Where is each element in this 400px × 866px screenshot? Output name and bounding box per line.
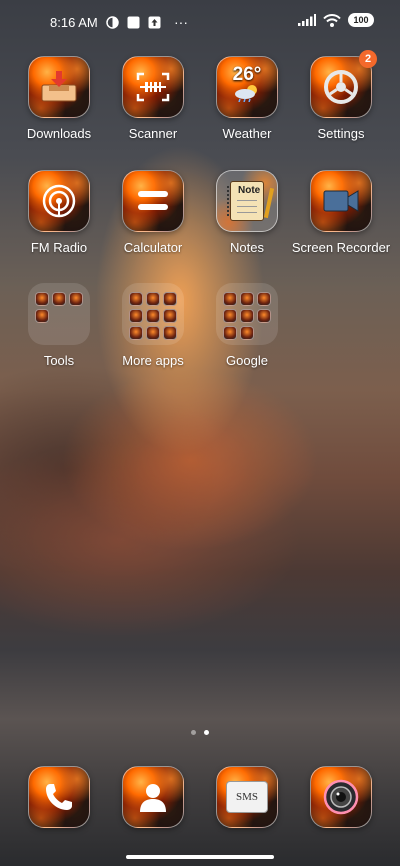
sms-icon: SMS <box>216 766 278 828</box>
app-settings[interactable]: 2 Settings <box>296 50 386 141</box>
folder-label: Google <box>226 353 268 368</box>
note-text: Note <box>238 185 261 196</box>
radio-icon <box>28 170 90 232</box>
contact-icon <box>122 766 184 828</box>
signal-icon <box>298 13 316 27</box>
mini-app-icon <box>163 309 177 323</box>
mini-app-icon <box>223 292 237 306</box>
dock-contacts[interactable] <box>108 766 198 828</box>
weather-icon: 26° <box>216 56 278 118</box>
status-bar: 8:16 AM ··· 100 <box>0 0 400 44</box>
more-notifications-icon: ··· <box>174 14 188 30</box>
folder-icon <box>122 283 184 345</box>
app-calculator[interactable]: Calculator <box>108 170 198 255</box>
folder-tools[interactable]: Tools <box>14 283 104 368</box>
download-tray-icon <box>28 56 90 118</box>
mini-app-icon <box>146 309 160 323</box>
mini-app-icon <box>257 292 271 306</box>
folder-google[interactable]: Google <box>202 283 292 368</box>
mini-app-icon <box>35 309 49 323</box>
wifi-icon <box>323 13 341 27</box>
mini-app-icon <box>129 309 143 323</box>
folder-label: Tools <box>43 353 75 368</box>
mini-app-icon <box>163 292 177 306</box>
camera-lens-icon <box>310 766 372 828</box>
mini-app-icon <box>240 309 254 323</box>
app-scanner[interactable]: Scanner <box>108 56 198 141</box>
battery-indicator: 100 <box>348 13 374 27</box>
app-label: Weather <box>222 126 272 141</box>
mini-app-icon <box>52 292 66 306</box>
mini-app-icon <box>240 326 254 340</box>
mini-app-icon <box>146 326 160 340</box>
mini-app-icon <box>223 309 237 323</box>
calculator-icon <box>122 170 184 232</box>
folder-label: More apps <box>122 353 184 368</box>
upload-icon <box>147 15 161 29</box>
app-label: Notes <box>230 240 264 255</box>
mini-app-icon <box>223 326 237 340</box>
app-fm-radio[interactable]: FM Radio <box>14 170 104 255</box>
app-downloads[interactable]: Downloads <box>14 56 104 141</box>
mini-app-icon <box>146 292 160 306</box>
folder-more-apps[interactable]: More apps <box>108 283 198 368</box>
scanner-icon <box>122 56 184 118</box>
app-label: Calculator <box>123 240 183 255</box>
app-weather[interactable]: 26° Weather <box>202 56 292 141</box>
folder-icon <box>216 283 278 345</box>
home-indicator[interactable] <box>126 855 274 859</box>
mini-app-icon <box>163 326 177 340</box>
mini-app-icon <box>35 292 49 306</box>
weather-temperature: 26° <box>232 64 262 85</box>
dock-messages[interactable]: SMS <box>202 766 292 828</box>
mini-app-icon <box>129 326 143 340</box>
app-label: Screen Recorder <box>291 240 391 255</box>
app-label: Settings <box>317 126 365 141</box>
page-indicator <box>0 730 400 735</box>
dock-camera[interactable] <box>296 766 386 828</box>
mini-app-icon <box>129 292 143 306</box>
mini-app-icon <box>69 292 83 306</box>
app-screen-recorder[interactable]: Screen Recorder <box>292 170 390 255</box>
app-label: Scanner <box>128 126 178 141</box>
mini-app-icon <box>257 309 271 323</box>
mini-app-icon <box>240 292 254 306</box>
folder-icon <box>28 283 90 345</box>
notification-square-icon <box>126 15 140 29</box>
app-notes[interactable]: Note Notes <box>202 170 292 255</box>
app-label: Downloads <box>26 126 92 141</box>
vpn-icon <box>105 15 119 29</box>
dock-phone[interactable] <box>14 766 104 828</box>
sms-text: SMS <box>235 791 259 803</box>
page-dot[interactable] <box>191 730 196 735</box>
notification-badge: 2 <box>359 50 377 68</box>
camera-recorder-icon <box>310 170 372 232</box>
status-time: 8:16 AM <box>50 15 98 30</box>
app-label: FM Radio <box>30 240 88 255</box>
phone-icon <box>28 766 90 828</box>
notebook-icon: Note <box>216 170 278 232</box>
page-dot-active[interactable] <box>204 730 209 735</box>
